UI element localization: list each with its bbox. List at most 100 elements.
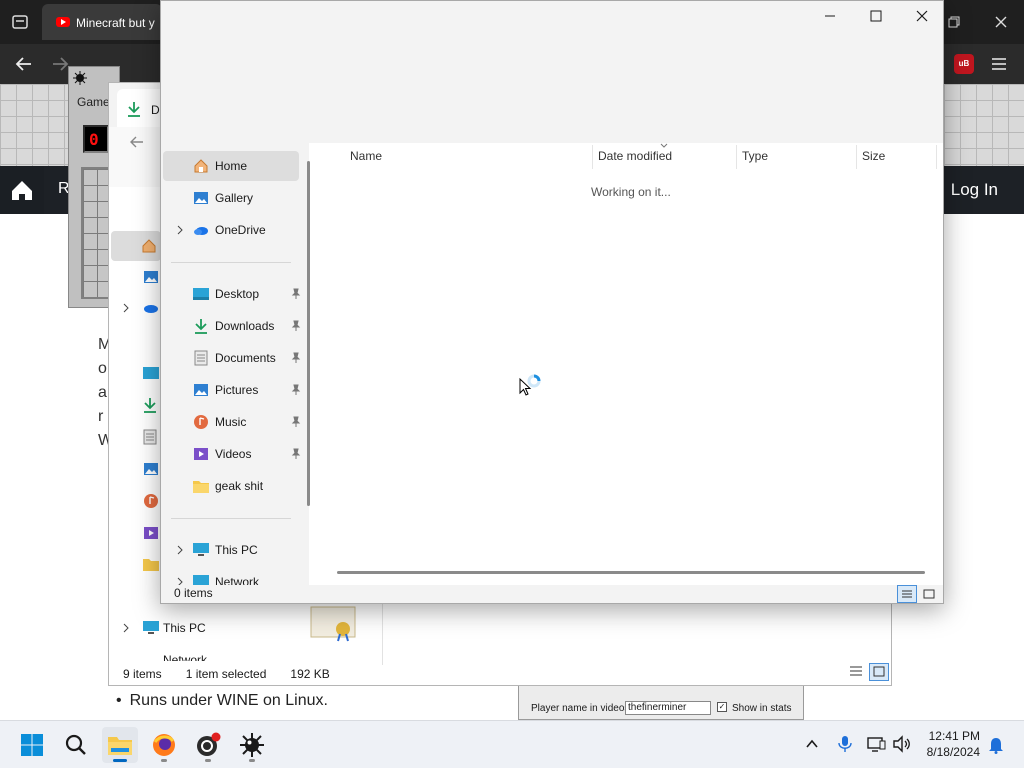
nav-item-label: OneDrive xyxy=(215,223,266,237)
browser-tab-title: Minecraft but y xyxy=(76,16,155,30)
firefox-icon[interactable] xyxy=(146,727,182,763)
ublock-icon[interactable]: uB xyxy=(954,54,974,74)
mine-grid[interactable] xyxy=(81,167,111,299)
search-icon[interactable] xyxy=(58,727,94,763)
player-name-label: Player name in videos: xyxy=(531,703,633,714)
downloads-icon xyxy=(127,101,141,117)
videos-icon xyxy=(193,446,209,462)
file-list: Name Date modified Type Size Working on … xyxy=(317,143,943,585)
busy-cursor-icon xyxy=(519,374,547,400)
file-explorer-icon[interactable] xyxy=(102,727,138,763)
back-folder-icon xyxy=(143,557,159,571)
nav-item-music[interactable]: Music xyxy=(163,407,301,437)
nav-item-pictures[interactable]: Pictures xyxy=(163,375,301,405)
nav-item-label: Network xyxy=(215,575,260,585)
restore-icon[interactable] xyxy=(946,14,962,30)
column-header-type[interactable]: Type xyxy=(742,149,768,163)
tiles-view-button[interactable] xyxy=(919,585,939,603)
loading-message: Working on it... xyxy=(591,185,671,199)
back-explorer-back-icon[interactable] xyxy=(129,135,145,149)
back-videos-icon xyxy=(143,525,159,541)
start-icon[interactable] xyxy=(14,727,50,763)
back-file-thumbnail[interactable] xyxy=(287,603,383,665)
nav-item-gallery[interactable]: Gallery xyxy=(163,183,299,213)
back-tiles-view-icon[interactable] xyxy=(869,663,889,681)
back-pictures-icon xyxy=(143,461,159,477)
nav-item-network[interactable]: Network xyxy=(163,567,299,585)
body-text-line: a xyxy=(98,384,107,401)
onedrive-icon xyxy=(193,222,209,238)
forward-arrow-icon[interactable] xyxy=(50,55,70,73)
expand-chevron-icon[interactable] xyxy=(175,225,185,235)
explorer-title-area xyxy=(161,1,943,143)
show-stats-checkbox[interactable]: ✓ xyxy=(717,702,727,712)
file-explorer-window[interactable]: Home Gallery OneDrive Desktop Downloads … xyxy=(160,0,944,604)
nav-item-label: Home xyxy=(215,159,248,173)
nav-item-onedrive[interactable]: OneDrive xyxy=(163,215,299,245)
player-name-field[interactable]: thefinerminer xyxy=(625,701,711,715)
minimize-button[interactable] xyxy=(807,1,853,31)
microphone-icon[interactable] xyxy=(837,735,853,753)
nav-item-geak-shit[interactable]: geak shit xyxy=(163,471,299,501)
column-header-size[interactable]: Size xyxy=(862,149,885,163)
tab-overview-icon[interactable] xyxy=(10,13,30,31)
volume-icon[interactable] xyxy=(892,735,912,753)
back-nav-this-pc[interactable]: This PC xyxy=(163,621,206,635)
browser-tab[interactable]: Minecraft but y xyxy=(42,4,162,40)
body-text-line: o xyxy=(98,360,107,377)
back-arrow-icon[interactable] xyxy=(14,55,34,73)
nav-item-desktop[interactable]: Desktop xyxy=(163,279,301,309)
minesweeper-icon[interactable] xyxy=(234,727,270,763)
item-count: 0 items xyxy=(174,586,213,600)
expand-chevron-icon[interactable] xyxy=(175,577,185,585)
nav-item-this-pc[interactable]: This PC xyxy=(163,535,299,565)
gallery-icon xyxy=(193,190,209,206)
browser-close-icon[interactable] xyxy=(993,14,1009,30)
nav-divider xyxy=(171,262,291,263)
nav-item-downloads[interactable]: Downloads xyxy=(163,311,301,341)
column-divider[interactable] xyxy=(736,145,737,169)
login-link[interactable]: Log In xyxy=(951,180,998,200)
nav-item-label: This PC xyxy=(215,543,258,557)
site-home-button[interactable] xyxy=(0,166,44,214)
back-details-view-icon[interactable] xyxy=(847,663,865,679)
notification-bell-icon[interactable] xyxy=(988,736,1004,754)
close-button[interactable] xyxy=(899,1,945,31)
back-nav-network[interactable]: Network xyxy=(163,653,207,661)
menu-icon[interactable] xyxy=(990,56,1008,72)
downloads-icon xyxy=(193,318,209,334)
back-this-pc-chevron-icon[interactable] xyxy=(121,623,131,633)
nav-item-label: Gallery xyxy=(215,191,254,205)
back-expand-chevron-icon[interactable] xyxy=(121,303,131,313)
obs-icon[interactable] xyxy=(190,727,226,763)
details-view-button[interactable] xyxy=(897,585,917,603)
chevron-up-icon[interactable] xyxy=(804,737,820,751)
nav-item-home[interactable]: Home xyxy=(163,151,299,181)
taskbar xyxy=(0,720,1024,768)
network-icon[interactable] xyxy=(866,735,886,753)
back-this-pc-icon xyxy=(143,621,159,635)
navigation-pane: Home Gallery OneDrive Desktop Downloads … xyxy=(161,143,309,585)
navigation-scrollbar[interactable] xyxy=(307,161,310,506)
youtube-icon xyxy=(56,17,70,27)
nav-item-label: Downloads xyxy=(215,319,275,333)
column-header-name[interactable]: Name xyxy=(350,149,382,163)
column-divider[interactable] xyxy=(856,145,857,169)
clock-time: 12:41 PM xyxy=(928,729,980,743)
horizontal-scrollbar[interactable] xyxy=(337,571,925,574)
background-explorer-tab-label: D xyxy=(151,103,160,117)
column-divider[interactable] xyxy=(936,145,937,169)
nav-item-documents[interactable]: Documents xyxy=(163,343,301,373)
expand-chevron-icon[interactable] xyxy=(175,545,185,555)
nav-item-label: Desktop xyxy=(215,287,260,301)
minesweeper-game-menu[interactable]: Game xyxy=(77,95,110,109)
back-desktop-icon xyxy=(143,367,159,379)
maximize-button[interactable] xyxy=(853,1,899,31)
nav-item-videos[interactable]: Videos xyxy=(163,439,301,469)
back-nav-home-selected[interactable] xyxy=(111,231,161,261)
back-onedrive-icon xyxy=(143,303,159,313)
taskbar-clock[interactable]: 12:41 PM 8/18/2024 xyxy=(927,728,980,760)
column-divider[interactable] xyxy=(592,145,593,169)
minesweeper-tiles-left xyxy=(0,84,70,166)
column-header-date-modified[interactable]: Date modified xyxy=(598,149,672,163)
